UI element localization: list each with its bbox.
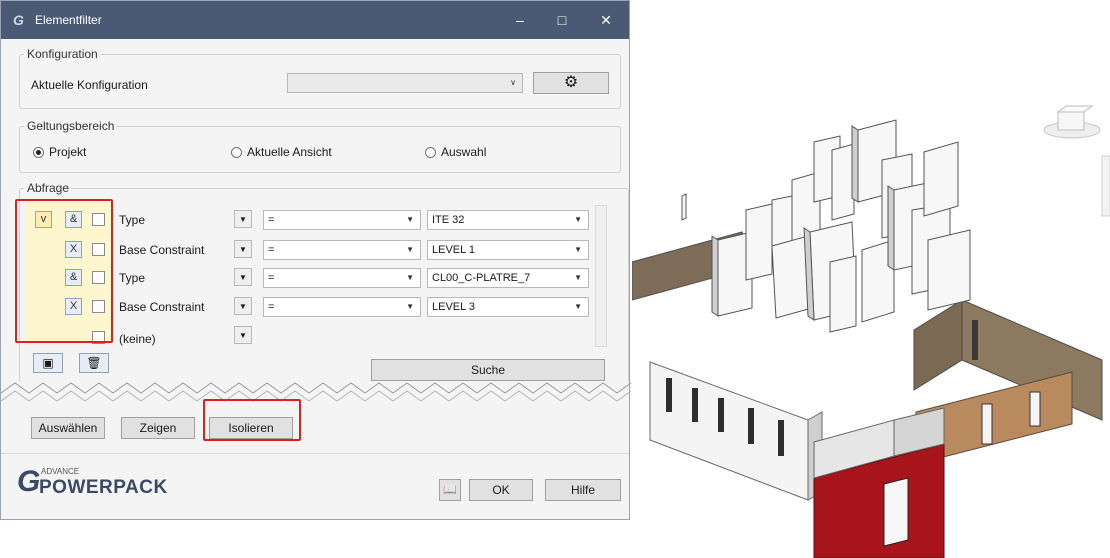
zeigen-label: Zeigen: [139, 421, 177, 435]
row-3-field-dropdown[interactable]: ▼: [234, 268, 252, 286]
interior-wall-panels: [681, 119, 971, 333]
gear-icon: ⚙: [563, 74, 579, 91]
torn-edge-divider: [1, 382, 631, 402]
row-4-field: Base Constraint: [119, 300, 205, 314]
row-1-field: Type: [119, 213, 146, 227]
window-title: Elementfilter: [35, 13, 102, 27]
info-button[interactable]: 📖: [439, 479, 461, 501]
radio-aktuelle-ansicht-label: Aktuelle Ansicht: [247, 145, 332, 159]
delete-rule-button[interactable]: 🗑: [79, 353, 109, 373]
konfiguration-select[interactable]: ∨: [287, 73, 523, 93]
red-wall-door: [883, 477, 909, 547]
row-1-operator: =: [268, 214, 275, 226]
footer-divider: [1, 453, 629, 454]
radio-auswahl[interactable]: [425, 147, 436, 158]
row-2-value: LEVEL 1: [432, 244, 476, 256]
zeigen-button[interactable]: Zeigen: [121, 417, 195, 439]
title-bar: G Elementfilter – □ ✕: [1, 1, 629, 39]
search-button[interactable]: Suche: [371, 359, 605, 381]
search-button-label: Suche: [470, 363, 506, 377]
elementfilter-dialog: G Elementfilter – □ ✕ Konfiguration Aktu…: [0, 0, 631, 520]
chevron-down-icon: ▼: [406, 273, 414, 282]
row-1-field-dropdown[interactable]: ▼: [234, 210, 252, 228]
hilfe-button[interactable]: Hilfe: [545, 479, 621, 501]
app-logo-icon: G: [13, 12, 24, 28]
row-2-value-select[interactable]: LEVEL 1 ▼: [427, 240, 589, 260]
abfrage-legend: Abfrage: [27, 181, 70, 195]
radio-projekt-label: Projekt: [49, 145, 87, 159]
row-2-operator-select[interactable]: = ▼: [263, 240, 421, 260]
book-icon: 📖: [443, 484, 457, 496]
minimize-button[interactable]: –: [505, 9, 535, 31]
chevron-down-icon: ▼: [406, 245, 414, 254]
row-4-value-select[interactable]: LEVEL 3 ▼: [427, 297, 589, 317]
row-4-operator-select[interactable]: = ▼: [263, 297, 421, 317]
row-2-field: Base Constraint: [119, 243, 205, 257]
add-rule-icon: ▣: [42, 356, 54, 370]
powerpack-logo-icon: G: [17, 465, 41, 498]
row-2-operator: =: [268, 244, 275, 256]
close-button[interactable]: ✕: [591, 9, 621, 31]
highlight-box-operators: [15, 199, 113, 343]
brand-name: POWERPACK: [39, 477, 168, 498]
chevron-down-icon: ▼: [574, 273, 582, 282]
ok-button[interactable]: OK: [469, 479, 533, 501]
3d-model-view[interactable]: [632, 0, 1110, 558]
row-3-field: Type: [119, 271, 146, 285]
chevron-down-icon: ▼: [574, 215, 582, 224]
row-4-field-dropdown[interactable]: ▼: [234, 297, 252, 315]
row-1-operator-select[interactable]: = ▼: [263, 210, 421, 230]
geltungsbereich-legend: Geltungsbereich: [27, 119, 115, 133]
radio-auswahl-label: Auswahl: [441, 145, 487, 159]
chevron-down-icon: ▼: [406, 302, 414, 311]
auswaehlen-button[interactable]: Auswählen: [31, 417, 105, 439]
auswaehlen-label: Auswählen: [38, 421, 98, 435]
chevron-down-icon: ▼: [406, 215, 414, 224]
view-cube-icon[interactable]: [1043, 105, 1101, 139]
radio-aktuelle-ansicht[interactable]: [231, 147, 242, 158]
radio-projekt[interactable]: [33, 147, 44, 158]
trash-icon: 🗑: [86, 356, 102, 370]
brand-small: ADVANCE: [41, 467, 80, 476]
highlight-box-isolieren: [203, 399, 301, 441]
chevron-down-icon: ∨: [510, 78, 516, 87]
row-2-field-dropdown[interactable]: ▼: [234, 240, 252, 258]
row-5-field-dropdown[interactable]: ▼: [234, 326, 252, 344]
row-4-operator: =: [268, 301, 275, 313]
add-rule-button[interactable]: ▣: [33, 353, 63, 373]
konfiguration-legend: Konfiguration: [27, 47, 98, 61]
row-3-value-select[interactable]: CL00_C-PLATRE_7 ▼: [427, 268, 589, 288]
row-1-value: ITE 32: [432, 214, 465, 226]
row-5-field: (keine): [119, 332, 156, 346]
row-3-operator: =: [268, 272, 275, 284]
row-3-operator-select[interactable]: = ▼: [263, 268, 421, 288]
aktuelle-konfiguration-label: Aktuelle Konfiguration: [31, 78, 148, 92]
row-4-value: LEVEL 3: [432, 301, 476, 313]
settings-button[interactable]: ⚙: [533, 72, 609, 94]
navigation-bar[interactable]: [1101, 155, 1110, 217]
hilfe-label: Hilfe: [570, 483, 595, 497]
maximize-button[interactable]: □: [547, 9, 577, 31]
row-3-value: CL00_C-PLATRE_7: [432, 272, 531, 284]
wall-front-white: [649, 361, 809, 501]
chevron-down-icon: ▼: [574, 245, 582, 254]
ok-label: OK: [492, 483, 510, 497]
query-scrollbar[interactable]: [595, 205, 607, 347]
row-1-value-select[interactable]: ITE 32 ▼: [427, 210, 589, 230]
chevron-down-icon: ▼: [574, 302, 582, 311]
